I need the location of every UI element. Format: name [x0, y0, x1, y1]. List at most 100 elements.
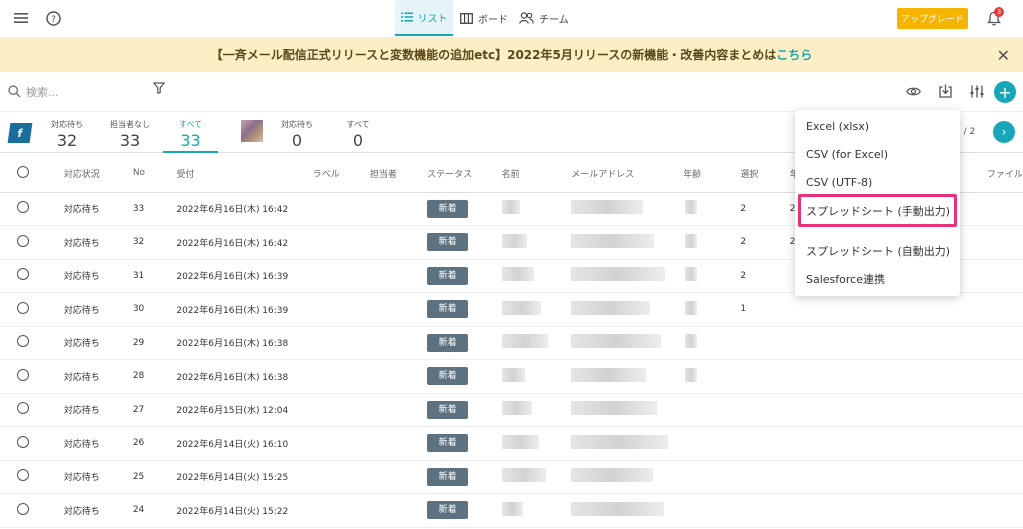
status-badge[interactable]: 新着: [427, 467, 469, 486]
col-age[interactable]: 年齢: [677, 155, 741, 193]
status-badge[interactable]: 新着: [427, 367, 469, 386]
table-row[interactable]: 対応待ち 30 2022年6月16日(木) 16:39 新着 1: [0, 292, 1023, 327]
export-csv-utf8[interactable]: CSV (UTF-8): [806, 176, 872, 189]
row-label: [312, 326, 370, 360]
upgrade-button[interactable]: アップグレード: [897, 8, 968, 29]
next-page-button[interactable]: ›: [993, 121, 1015, 143]
export-menu: Excel (xlsx) CSV (for Excel) CSV (UTF-8)…: [795, 110, 960, 296]
row-select-value: [740, 460, 790, 494]
row-select-radio[interactable]: [17, 368, 29, 381]
row-date: 2022年6月16日(木) 16:42: [176, 225, 313, 260]
redacted-email: [571, 468, 654, 483]
col-select[interactable]: 選択: [740, 155, 790, 193]
row-assignee: [369, 326, 428, 360]
row-no: 27: [128, 393, 177, 427]
redacted-name: [501, 233, 527, 248]
col-file[interactable]: ファイル: [986, 155, 1023, 193]
tab-list[interactable]: リスト: [395, 0, 453, 36]
col-status2[interactable]: ステータス: [427, 155, 502, 193]
export-excel[interactable]: Excel (xlsx): [806, 120, 869, 133]
row-select-radio[interactable]: [17, 402, 29, 415]
status-badge[interactable]: 新着: [427, 501, 469, 520]
col-name[interactable]: 名前: [501, 155, 572, 193]
status-badge[interactable]: 新着: [427, 300, 469, 319]
status-badge[interactable]: 新着: [427, 434, 469, 453]
row-select-radio[interactable]: [17, 435, 29, 448]
row-date: 2022年6月16日(木) 16:38: [176, 359, 313, 394]
row-select-radio[interactable]: [17, 335, 29, 348]
row-select-radio[interactable]: [17, 469, 29, 482]
menu-icon[interactable]: [12, 9, 30, 27]
stat-all-2[interactable]: すべて 0: [340, 113, 376, 153]
tab-team[interactable]: チーム: [519, 0, 569, 36]
banner-link[interactable]: こちら: [776, 46, 812, 63]
col-status[interactable]: 対応状況: [47, 155, 129, 193]
filter-icon[interactable]: [153, 82, 165, 94]
list-icon: [400, 12, 413, 22]
row-label: [312, 426, 370, 461]
table-row[interactable]: 対応待ち 28 2022年6月16日(木) 16:38 新着: [0, 359, 1023, 394]
export-salesforce[interactable]: Salesforce連携: [806, 271, 885, 287]
redacted-name: [501, 334, 548, 349]
row-date: 2022年6月14日(火) 16:10: [176, 426, 313, 461]
col-received[interactable]: 受付: [176, 155, 313, 193]
status-badge[interactable]: 新着: [427, 266, 469, 285]
row-select-radio[interactable]: [17, 201, 29, 214]
row-no: 30: [128, 292, 177, 327]
tab-board[interactable]: ボード: [460, 0, 510, 36]
svg-text:?: ?: [51, 15, 56, 25]
export-csv-excel[interactable]: CSV (for Excel): [806, 148, 888, 161]
col-assignee[interactable]: 担当者: [369, 155, 428, 193]
stat-all[interactable]: すべて 33: [163, 113, 218, 153]
table-row[interactable]: 対応待ち 29 2022年6月16日(木) 16:38 新着: [0, 326, 1023, 360]
row-select-value: [740, 359, 790, 394]
search-input[interactable]: 検索...: [26, 84, 59, 100]
form-thumbnail[interactable]: [241, 120, 263, 142]
row-select-radio[interactable]: [17, 301, 29, 314]
close-icon[interactable]: ✕: [997, 46, 1010, 65]
redacted-age: [685, 367, 698, 382]
row-select-radio[interactable]: [17, 234, 29, 247]
export-spreadsheet-manual[interactable]: スプレッドシート (手動出力): [806, 203, 950, 219]
settings-sliders-icon[interactable]: [965, 79, 989, 103]
row-select-radio[interactable]: [17, 502, 29, 515]
row-label: [312, 292, 370, 327]
table-row[interactable]: 対応待ち 27 2022年6月15日(水) 12:04 新着: [0, 393, 1023, 427]
row-assignee: [369, 359, 428, 394]
search-icon: [8, 85, 21, 98]
row-year: [789, 292, 987, 327]
add-button[interactable]: +: [994, 81, 1016, 103]
select-all-radio[interactable]: [17, 165, 29, 178]
row-no: 25: [128, 460, 177, 494]
col-label[interactable]: ラベル: [312, 155, 370, 193]
row-status: 対応待ち: [47, 326, 129, 360]
table-row[interactable]: 対応待ち 24 2022年6月14日(火) 15:22 新着: [0, 493, 1023, 528]
redacted-age: [685, 334, 698, 349]
row-select-value: 1: [740, 292, 790, 327]
redacted-name: [501, 200, 520, 215]
status-badge[interactable]: 新着: [427, 400, 469, 419]
table-row[interactable]: 対応待ち 26 2022年6月14日(火) 16:10 新着: [0, 426, 1023, 461]
help-icon[interactable]: ?: [44, 9, 62, 27]
redacted-email: [571, 300, 651, 315]
export-spreadsheet-auto[interactable]: スプレッドシート (自動出力): [806, 243, 950, 259]
download-icon[interactable]: [933, 79, 957, 103]
redacted-name: [501, 501, 523, 516]
status-badge[interactable]: 新着: [427, 233, 469, 252]
row-no: 29: [128, 326, 177, 360]
table-row[interactable]: 対応待ち 25 2022年6月14日(火) 15:25 新着: [0, 460, 1023, 494]
stat-unassigned[interactable]: 担当者なし 33: [104, 113, 156, 153]
status-badge[interactable]: 新着: [427, 199, 469, 218]
tab-list-label: リスト: [417, 13, 448, 25]
stat-waiting[interactable]: 対応待ち 32: [45, 113, 89, 153]
status-badge[interactable]: 新着: [427, 333, 469, 352]
eye-icon[interactable]: [901, 79, 925, 103]
stat-waiting-2[interactable]: 対応待ち 0: [277, 113, 317, 153]
team-icon: [519, 12, 534, 24]
row-year: [789, 359, 987, 394]
row-no: 24: [128, 493, 177, 528]
redacted-email: [571, 401, 658, 416]
col-email[interactable]: メールアドレス: [571, 155, 678, 193]
row-select-radio[interactable]: [17, 268, 29, 281]
col-no[interactable]: No: [128, 155, 177, 193]
